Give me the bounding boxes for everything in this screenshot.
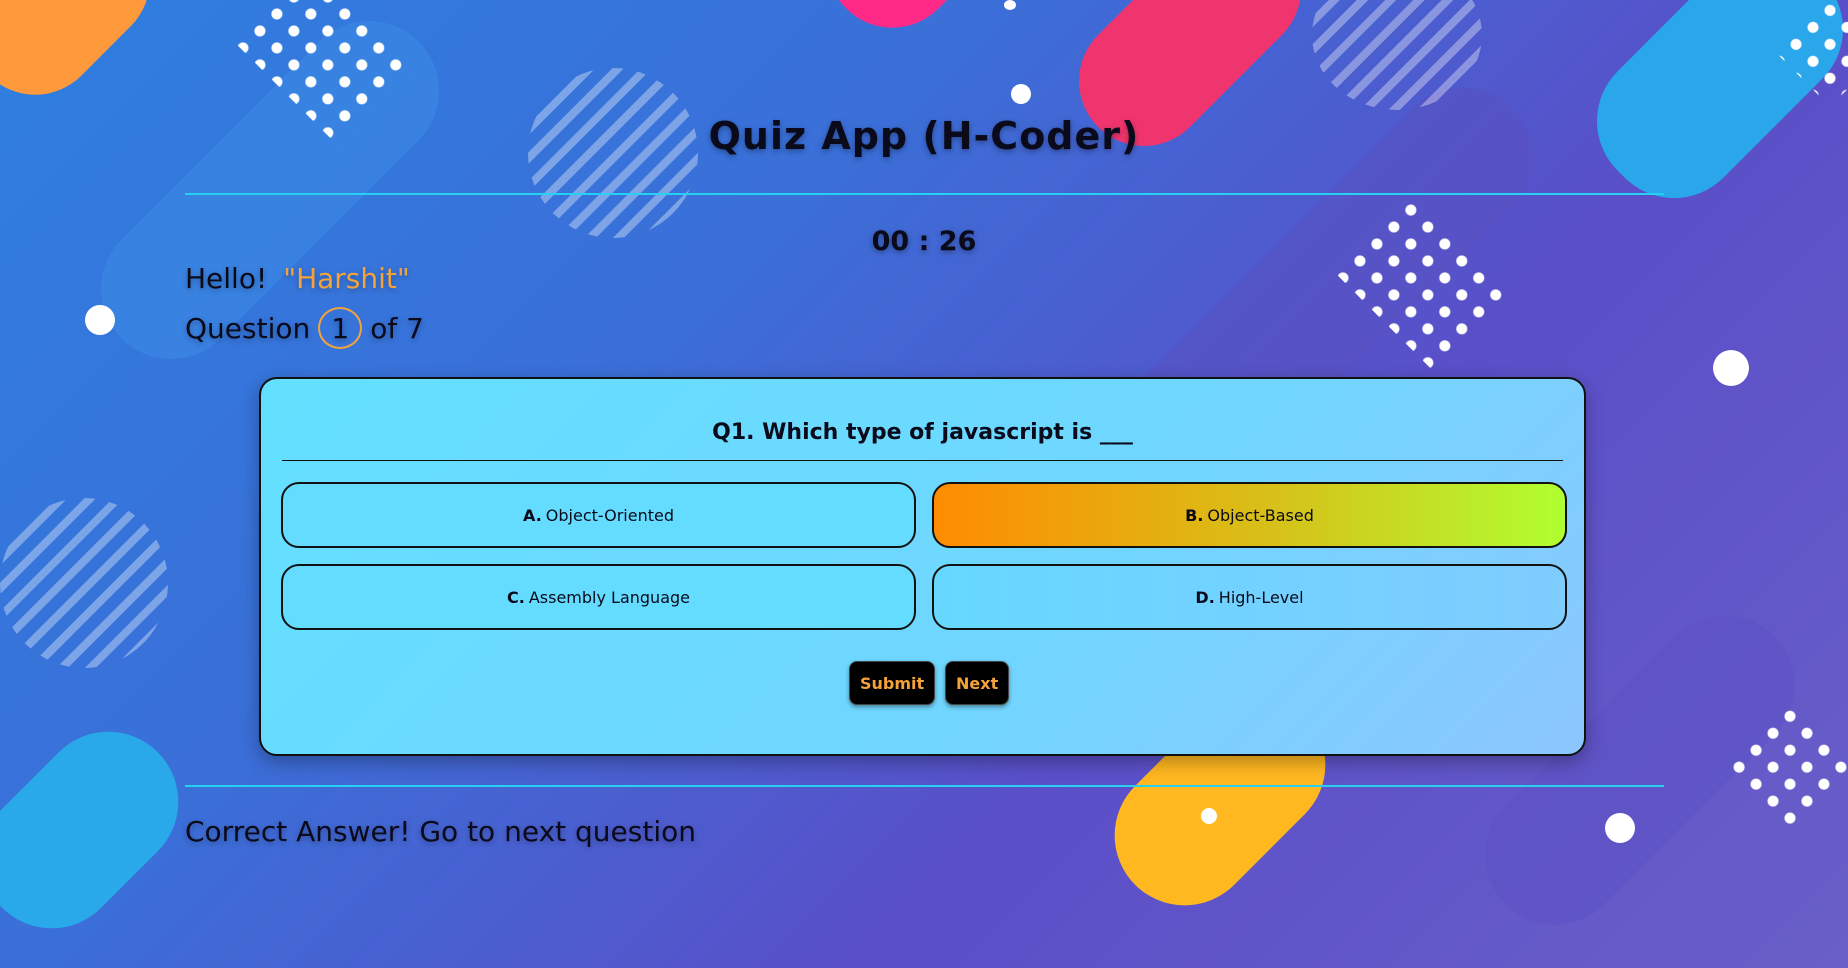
progress-prefix: Question: [185, 311, 311, 345]
bottom-divider: [185, 785, 1664, 787]
option-c[interactable]: C. Assembly Language: [281, 564, 916, 630]
greeting: Hello! "Harshit": [185, 262, 410, 295]
app-title: Quiz App (H-Coder): [708, 114, 1140, 158]
option-text: Assembly Language: [528, 587, 690, 607]
question-progress: Question 1 of 7: [185, 307, 424, 349]
answer-feedback: Correct Answer! Go to next question: [185, 815, 696, 848]
user-name: "Harshit": [283, 262, 410, 295]
next-button[interactable]: Next: [945, 661, 1010, 705]
option-a[interactable]: A. Object-Oriented: [281, 482, 916, 548]
current-question-badge: 1: [318, 307, 363, 349]
quiz-app: Quiz App (H-Coder) 00 : 26 Hello! "Harshi…: [0, 0, 1848, 968]
countdown-timer: 00 : 26: [871, 226, 977, 257]
submit-button[interactable]: Submit: [849, 661, 936, 705]
option-letter: A.: [523, 505, 542, 525]
question-text: Q1. Which type of javascript is ___: [712, 420, 1133, 445]
option-text: Object-Oriented: [545, 505, 674, 525]
option-b[interactable]: B. Object-Based: [932, 482, 1567, 548]
progress-suffix: of 7: [370, 311, 424, 345]
question-card: Q1. Which type of javascript is ___ A. Ob…: [259, 377, 1586, 756]
option-letter: C.: [507, 587, 525, 607]
question-divider: [282, 460, 1563, 461]
option-d[interactable]: D. High-Level: [932, 564, 1567, 630]
greeting-label: Hello!: [185, 262, 268, 295]
option-text: High-Level: [1218, 587, 1304, 607]
option-text: Object-Based: [1207, 505, 1314, 525]
top-divider: [185, 193, 1664, 195]
option-letter: D.: [1195, 587, 1215, 607]
option-letter: B.: [1185, 505, 1204, 525]
